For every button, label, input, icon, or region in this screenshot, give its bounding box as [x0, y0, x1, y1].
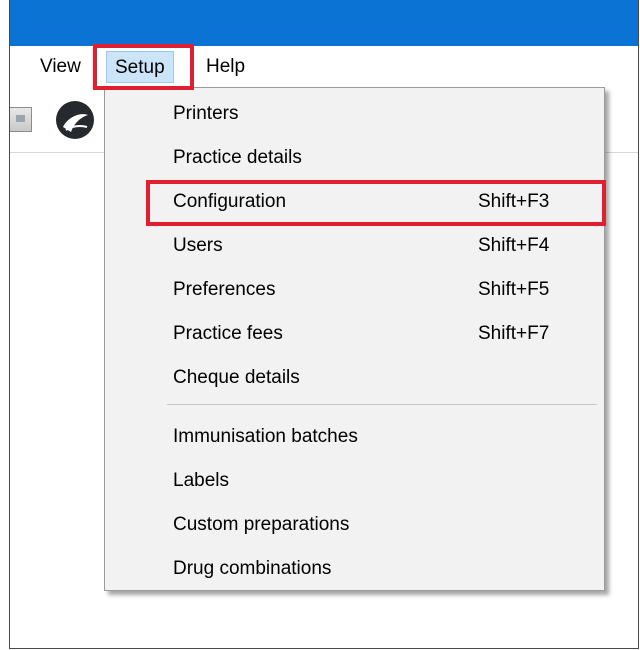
menu-item-preferences[interactable]: Preferences Shift+F5: [105, 268, 604, 312]
card-icon[interactable]: [10, 107, 32, 132]
menu-item-label: Drug combinations: [173, 558, 332, 579]
menu-item-label: Cheque details: [173, 367, 300, 388]
menu-item-label: Preferences: [173, 279, 276, 300]
menu-item-shortcut: Shift+F4: [478, 235, 550, 256]
menu-setup[interactable]: Setup: [106, 51, 174, 83]
menu-item-printers[interactable]: Printers: [105, 92, 604, 136]
menu-item-shortcut: Shift+F7: [478, 323, 550, 344]
menu-item-label: Immunisation batches: [173, 426, 358, 447]
menu-help[interactable]: Help: [198, 51, 253, 83]
menu-item-label: Practice details: [173, 147, 302, 168]
menu-item-shortcut: Shift+F5: [478, 279, 550, 300]
menu-view[interactable]: View: [32, 51, 89, 83]
menu-separator: [167, 404, 597, 405]
menu-item-configuration[interactable]: Configuration Shift+F3: [105, 180, 604, 224]
menu-item-label: Custom preparations: [173, 514, 350, 535]
menu-item-label: Labels: [173, 470, 229, 491]
globe-icon[interactable]: [54, 99, 96, 141]
menu-item-label: Users: [173, 235, 223, 256]
title-bar[interactable]: [10, 0, 638, 46]
menu-item-custom-preparations[interactable]: Custom preparations: [105, 503, 604, 547]
menu-item-users[interactable]: Users Shift+F4: [105, 224, 604, 268]
menu-item-practice-details[interactable]: Practice details: [105, 136, 604, 180]
menu-item-cheque-details[interactable]: Cheque details: [105, 356, 604, 400]
menu-item-drug-combinations[interactable]: Drug combinations: [105, 547, 604, 591]
menu-item-labels[interactable]: Labels: [105, 459, 604, 503]
menu-item-immunisation-batches[interactable]: Immunisation batches: [105, 415, 604, 459]
menu-item-practice-fees[interactable]: Practice fees Shift+F7: [105, 312, 604, 356]
menu-bar: View Setup Help: [10, 46, 638, 88]
menu-item-shortcut: Shift+F3: [478, 191, 550, 212]
menu-item-label: Printers: [173, 103, 239, 124]
setup-dropdown-menu: Printers Practice details Configuration …: [104, 87, 605, 591]
menu-item-label: Practice fees: [173, 323, 283, 344]
menu-item-label: Configuration: [173, 191, 287, 212]
